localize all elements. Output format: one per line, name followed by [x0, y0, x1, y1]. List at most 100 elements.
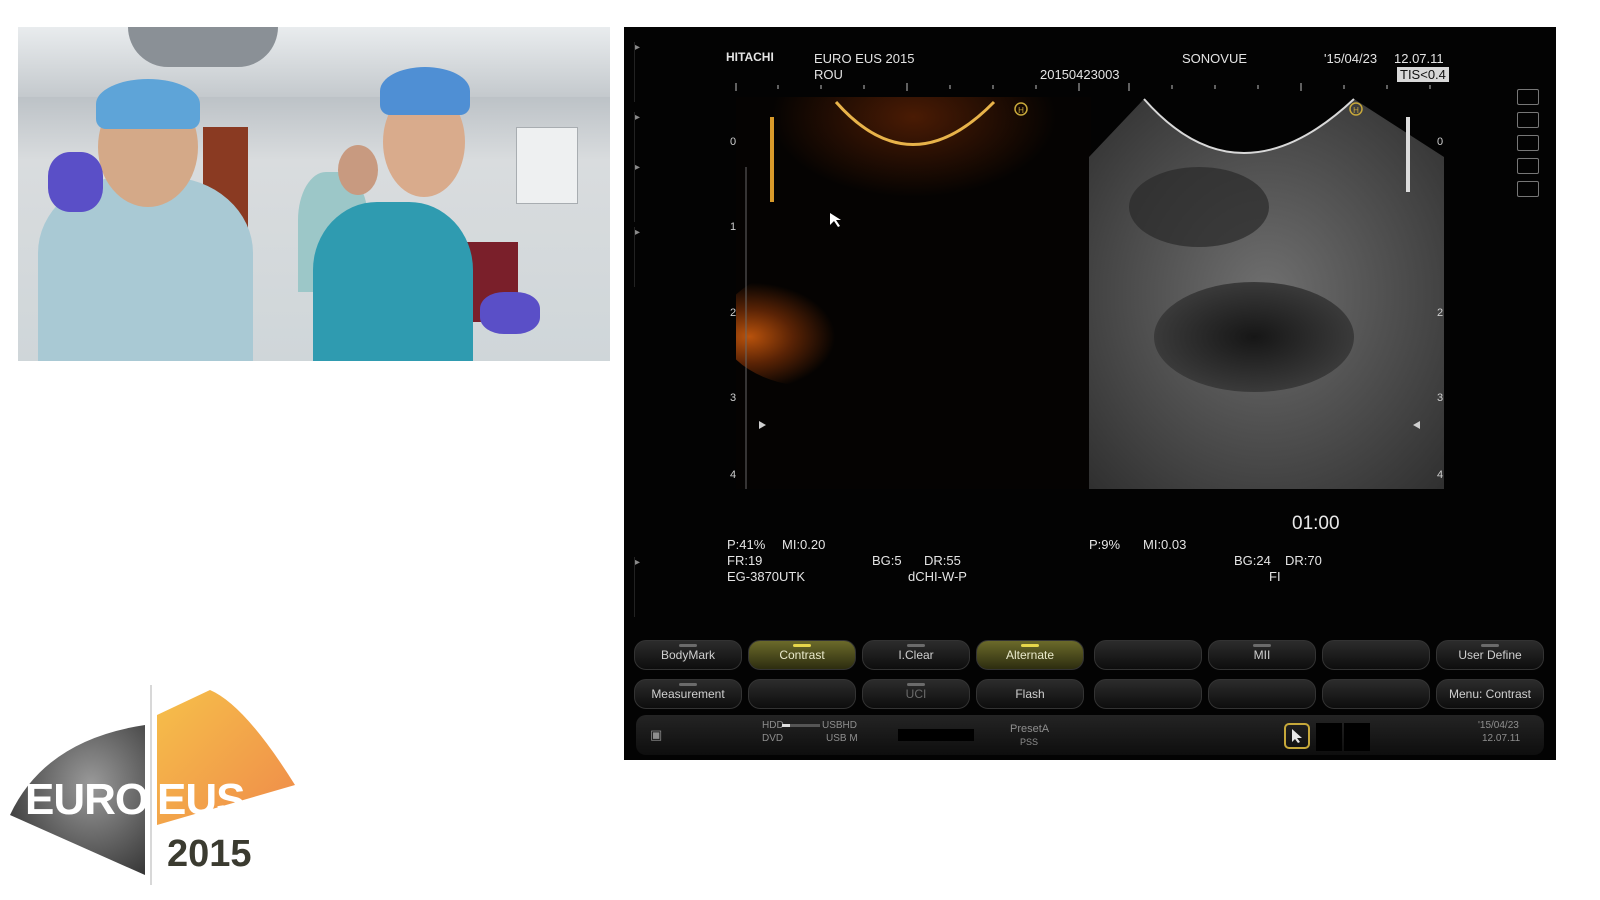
- glove-right: [480, 292, 540, 334]
- person-right: [313, 202, 473, 361]
- euro-eus-logo: EURO EUS 2015: [5, 685, 305, 885]
- timer: 01:00: [1292, 513, 1340, 534]
- menu-contrast-button[interactable]: Menu: Contrast: [1436, 679, 1544, 709]
- bodymark-label: BodyMark: [660, 648, 716, 662]
- left-fr: FR:19: [727, 553, 763, 568]
- status-slot-2: [1344, 723, 1370, 751]
- left-mi: MI:0.20: [782, 537, 826, 552]
- uci-label: UCI: [905, 687, 927, 701]
- top-ruler: [735, 83, 1431, 91]
- side-tab-4[interactable]: ▸: [634, 227, 645, 287]
- event-label: EURO EUS 2015: [814, 51, 915, 66]
- hdd-usage-bar: [782, 724, 820, 727]
- pointer-mode-button[interactable]: [1284, 723, 1310, 749]
- hdd-label: HDD: [762, 720, 784, 731]
- surgical-lamp: [128, 27, 278, 67]
- brand-label: HITACHI: [726, 50, 774, 64]
- logo-eus-text: EUS: [157, 775, 245, 824]
- uci-button[interactable]: UCI: [862, 679, 970, 709]
- header-date: '15/04/23: [1324, 51, 1378, 66]
- patient-id: 20150423003: [1040, 67, 1120, 82]
- left-dr: DR:55: [924, 553, 961, 568]
- blank-button-1[interactable]: [1094, 640, 1202, 670]
- depth-left-3: 3: [730, 392, 737, 404]
- right-mode: FI: [1269, 569, 1281, 584]
- measurement-led: [679, 683, 697, 686]
- measurement-button[interactable]: Measurement: [634, 679, 742, 709]
- right-bg: BG:24: [1234, 553, 1271, 568]
- left-bg: BG:5: [872, 553, 902, 568]
- blank-button-6[interactable]: [1322, 679, 1430, 709]
- depth-left-2: 2: [730, 307, 737, 319]
- uci-led: [907, 683, 925, 686]
- flash-button[interactable]: Flash: [976, 679, 1084, 709]
- b-mode-image: H: [1089, 98, 1444, 489]
- agent-label: SONOVUE: [1182, 51, 1248, 66]
- side-tab-3[interactable]: ▸: [634, 162, 645, 222]
- user-define-led: [1481, 644, 1499, 647]
- operating-room-video: [18, 27, 610, 361]
- contrast-button[interactable]: Contrast: [748, 640, 856, 670]
- depth-right-2: 2: [1437, 307, 1444, 319]
- probe-2-icon[interactable]: [1517, 112, 1539, 128]
- site-label: ROU: [814, 67, 843, 82]
- logo-year-text: 2015: [167, 833, 252, 875]
- status-field: [898, 729, 974, 741]
- right-mi: MI:0.03: [1143, 537, 1187, 552]
- mii-label: MII: [1253, 648, 1271, 662]
- menu-contrast-label: Menu: Contrast: [1448, 687, 1532, 701]
- probe-icon-stack: [1517, 89, 1539, 204]
- blank-button-4[interactable]: [1094, 679, 1202, 709]
- probe-5-icon[interactable]: [1517, 181, 1539, 197]
- flash-label: Flash: [1015, 687, 1045, 701]
- preset-sub-label: PSS: [1020, 737, 1039, 747]
- tis-badge: TIS<0.4: [1397, 67, 1449, 82]
- contrast-label: Contrast: [779, 648, 825, 662]
- iclear-led: [907, 644, 925, 647]
- iclear-label: I.Clear: [898, 648, 934, 662]
- right-dr: DR:70: [1285, 553, 1322, 568]
- preset-label: PresetA: [1010, 723, 1050, 735]
- mii-button[interactable]: MII: [1208, 640, 1316, 670]
- header-time: 12.07.11: [1394, 51, 1444, 66]
- depth-left-4: 4: [730, 469, 737, 481]
- user-define-button[interactable]: User Define: [1436, 640, 1544, 670]
- bodymark-led: [679, 644, 697, 647]
- contrast-image: H: [736, 97, 1091, 489]
- status-time: 12.07.11: [1482, 733, 1521, 744]
- depth-right-3: 3: [1437, 392, 1444, 404]
- usbhd-label: USBHD: [822, 720, 858, 731]
- side-tab-1[interactable]: ▸: [634, 42, 645, 102]
- right-power: P:9%: [1089, 537, 1121, 552]
- ultrasound-screen: ▸ ▸ ▸ ▸ ▸ HITACHI EURO EUS 2015 ROU 2015…: [624, 27, 1556, 760]
- mii-led: [1253, 644, 1271, 647]
- wall-panel: [516, 127, 578, 204]
- blank-button-2[interactable]: [1322, 640, 1430, 670]
- svg-text:H: H: [1353, 106, 1359, 115]
- depth-left-1: 1: [730, 221, 737, 233]
- alternate-led: [1021, 644, 1039, 647]
- alternate-button[interactable]: Alternate: [976, 640, 1084, 670]
- alternate-label: Alternate: [1005, 648, 1055, 662]
- contrast-led: [793, 644, 811, 647]
- usbm-label: USB M: [826, 733, 858, 744]
- svg-text:H: H: [1018, 106, 1024, 115]
- iclear-button[interactable]: I.Clear: [862, 640, 970, 670]
- probe-4-icon[interactable]: [1517, 158, 1539, 174]
- depth-right-0: 0: [1437, 136, 1444, 148]
- probe-model: EG-3870UTK: [727, 569, 806, 584]
- side-tab-5[interactable]: ▸: [634, 557, 645, 617]
- user-define-label: User Define: [1458, 648, 1522, 662]
- cursor-icon: [1292, 729, 1302, 743]
- probe-1-icon[interactable]: [1517, 89, 1539, 105]
- ceiling: [18, 27, 610, 97]
- person-left-cap: [96, 79, 200, 129]
- printer-icon[interactable]: ▣: [650, 727, 662, 743]
- probe-3-icon[interactable]: [1517, 135, 1539, 151]
- depth-right-4: 4: [1437, 469, 1444, 481]
- bodymark-button[interactable]: BodyMark: [634, 640, 742, 670]
- blank-button-5[interactable]: [1208, 679, 1316, 709]
- person-right-cap: [380, 67, 470, 115]
- blank-button-3[interactable]: [748, 679, 856, 709]
- status-bar: ▣ HDD USBHD DVD USB M PresetA PSS '15/04…: [636, 715, 1544, 755]
